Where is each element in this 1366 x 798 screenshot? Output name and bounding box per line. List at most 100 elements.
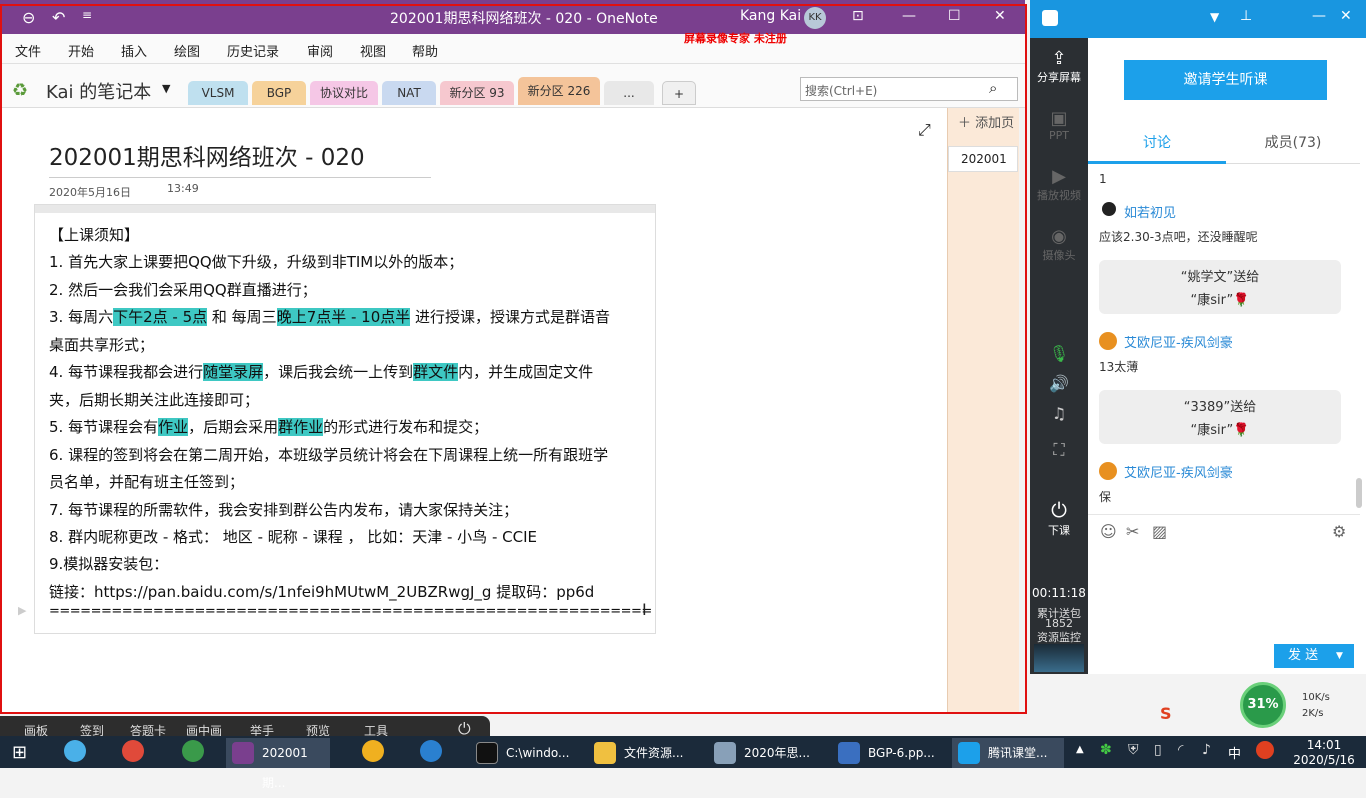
note-line[interactable]: 夹，后期长期关注此连接即可； [49, 389, 259, 410]
menu-review[interactable]: 审阅 [307, 41, 333, 60]
tray-app-icon[interactable]: ✽ [1100, 742, 1112, 758]
music-icon[interactable]: ♫ [1030, 404, 1088, 423]
sogou-icon[interactable] [1256, 741, 1274, 759]
customize-icon[interactable]: ≡ [82, 8, 92, 22]
tray-security-icon[interactable]: ⛨ [1128, 742, 1139, 758]
ime-indicator[interactable]: 中 [1228, 743, 1241, 762]
clock-time[interactable]: 14:01 [1286, 738, 1362, 752]
chat-username[interactable]: 如若初见 [1124, 202, 1176, 221]
note-line[interactable]: 4. 每节课程我都会进行随堂录屏，课后我会统一上传到群文件内，并生成固定文件 [49, 361, 593, 382]
minimize-icon[interactable]: — [902, 8, 916, 24]
maximize-icon[interactable]: ☐ [948, 8, 961, 24]
taskbar-item-cmd[interactable]: C:\windo... [470, 738, 582, 768]
volume-icon[interactable]: ♪ [1202, 742, 1211, 758]
search-input[interactable]: 搜索(Ctrl+E) [805, 82, 877, 99]
undo-icon[interactable]: ↶ [52, 8, 65, 27]
note-line[interactable]: 1. 首先大家上课要把QQ做下升级，升级到非TIM以外的版本； [49, 251, 463, 272]
clock-date[interactable]: 2020/5/16 [1286, 753, 1362, 767]
taskbar-item-explorer[interactable]: 文件资源... [588, 738, 700, 768]
tray-chevron-icon[interactable]: ▲ [1076, 744, 1084, 755]
camera-button[interactable]: ◉ 摄像头 [1030, 226, 1088, 263]
app-icon[interactable] [420, 740, 442, 762]
end-class-button[interactable]: ⏻ 下课 [1030, 498, 1088, 538]
menu-home[interactable]: 开始 [68, 41, 94, 60]
tray-battery-icon[interactable]: ▯ [1154, 742, 1162, 758]
sogou-ime-icon[interactable]: S [1160, 704, 1172, 723]
microphone-icon[interactable]: 🎙 [1030, 344, 1088, 363]
note-line[interactable]: 链接：https://pan.baidu.com/s/1nfei9hMUtwM_… [49, 581, 594, 602]
expand-icon[interactable]: ⤢ [918, 120, 931, 140]
menu-help[interactable]: 帮助 [412, 41, 438, 60]
page-title[interactable]: 202001期思科网络班次 - 020 [49, 138, 365, 172]
note-line[interactable]: 桌面共享形式； [49, 334, 154, 355]
minimize-icon[interactable]: — [1312, 8, 1326, 24]
menu-history[interactable]: 历史记录 [227, 41, 279, 60]
note-line[interactable]: 6. 课程的签到将会在第二周开始，本班级学员统计将会在下周课程上统一所有跟班学 [49, 444, 608, 465]
tab-members[interactable]: 成员(73) [1226, 132, 1360, 164]
chrome-icon[interactable] [182, 740, 204, 762]
start-icon[interactable]: ⊞ [12, 742, 27, 763]
app-icon[interactable] [362, 740, 384, 762]
page-list-item[interactable]: 202001 [948, 146, 1018, 172]
notebook-name[interactable]: Kai 的笔记本 [46, 78, 151, 104]
chevron-down-icon[interactable]: ▼ [1336, 644, 1343, 668]
chat-scrollbar[interactable] [1356, 478, 1362, 508]
emoji-icon[interactable]: ☺ [1100, 522, 1117, 541]
menu-draw[interactable]: 绘图 [174, 41, 200, 60]
tab-more[interactable]: ... [604, 81, 654, 105]
avatar[interactable]: KK [804, 7, 826, 29]
play-video-button[interactable]: ▶ 播放视频 [1030, 166, 1088, 203]
fullscreen-icon[interactable]: ⛶ [1030, 440, 1088, 460]
menu-file[interactable]: 文件 [15, 41, 41, 60]
paragraph-handle-icon[interactable]: ▶ [18, 604, 26, 617]
back-icon[interactable]: ⊖ [22, 8, 35, 27]
tab-bgp[interactable]: BGP [252, 81, 306, 105]
add-section-button[interactable]: + [662, 81, 696, 105]
menu-view[interactable]: 视图 [360, 41, 386, 60]
taskbar-item-onenote[interactable]: 202001期... [226, 738, 330, 790]
invite-students-button[interactable]: 邀请学生听课 [1124, 60, 1327, 100]
net-percent-badge[interactable]: 31% [1240, 682, 1286, 728]
app-icon[interactable] [64, 740, 86, 762]
note-line[interactable]: 7. 每节课程的所需软件，我会安排到群公告内发布，请大家保持关注； [49, 499, 518, 520]
ribbon-display-icon[interactable]: ⊡ [852, 8, 864, 24]
tab-protocol-compare[interactable]: 协议对比 [310, 81, 378, 105]
chat-username[interactable]: 艾欧尼亚-疾风剑豪 [1124, 332, 1233, 351]
container-handle[interactable] [35, 205, 655, 213]
search-icon[interactable]: ⌕ [989, 79, 997, 97]
close-icon[interactable]: ✕ [994, 8, 1006, 24]
chevron-down-icon[interactable]: ▼ [162, 82, 170, 95]
tab-discussion[interactable]: 讨论 [1088, 132, 1226, 164]
tab-vlsm[interactable]: VLSM [188, 81, 248, 105]
send-button[interactable]: 发 送 ▼ [1274, 644, 1354, 668]
image-icon[interactable]: ▨ [1152, 522, 1167, 541]
taskbar-item-visio[interactable]: BGP-6.pp... [832, 738, 944, 768]
note-line[interactable]: ========================================… [49, 604, 652, 619]
taskbar-item-tencent[interactable]: 腾讯课堂... [952, 738, 1064, 768]
tab-section-226[interactable]: 新分区 226 [518, 77, 600, 105]
note-line[interactable]: 2. 然后一会我们会采用QQ群直播进行； [49, 279, 317, 300]
wifi-icon[interactable]: ◜ [1178, 742, 1183, 758]
share-screen-button[interactable]: ⇪ 分享屏幕 [1030, 48, 1088, 85]
resource-monitor[interactable]: 资源监控 [1030, 629, 1088, 645]
note-line[interactable]: 5. 每节课程会有作业，后期会采用群作业的形式进行发布和提交； [49, 416, 488, 437]
note-line[interactable]: 8. 群内昵称更改 - 格式： 地区 - 昵称 - 课程 ， 比如：天津 - 小… [49, 526, 537, 547]
pin-icon[interactable]: ⊥ [1240, 8, 1252, 24]
taskbar-item-doc[interactable]: 2020年思... [708, 738, 820, 768]
chrome-icon[interactable] [122, 740, 144, 762]
note-line[interactable]: 【上课须知】 [49, 224, 139, 245]
note-line[interactable]: 3. 每周六下午2点 - 5点 和 每周三晚上7点半 - 10点半 进行授课，授… [49, 306, 610, 327]
chat-username[interactable]: 艾欧尼亚-疾风剑豪 [1124, 462, 1233, 481]
tab-nat[interactable]: NAT [382, 81, 436, 105]
note-line[interactable]: 9.模拟器安装包： [49, 553, 168, 574]
note-line[interactable]: 员名单，并配有班主任签到； [49, 471, 244, 492]
ppt-button[interactable]: ▣ PPT [1030, 108, 1088, 142]
settings-gear-icon[interactable]: ⚙ [1332, 522, 1346, 541]
menu-insert[interactable]: 插入 [121, 41, 147, 60]
add-page-button[interactable]: ＋ 添加页 [958, 112, 1014, 131]
dropdown-icon[interactable]: ▼ [1210, 10, 1219, 24]
scissors-icon[interactable]: ✂ [1126, 522, 1139, 541]
speaker-icon[interactable]: 🔊 [1030, 374, 1088, 393]
search-box[interactable]: 搜索(Ctrl+E) ⌕ [800, 77, 1018, 101]
close-icon[interactable]: ✕ [1340, 8, 1352, 24]
